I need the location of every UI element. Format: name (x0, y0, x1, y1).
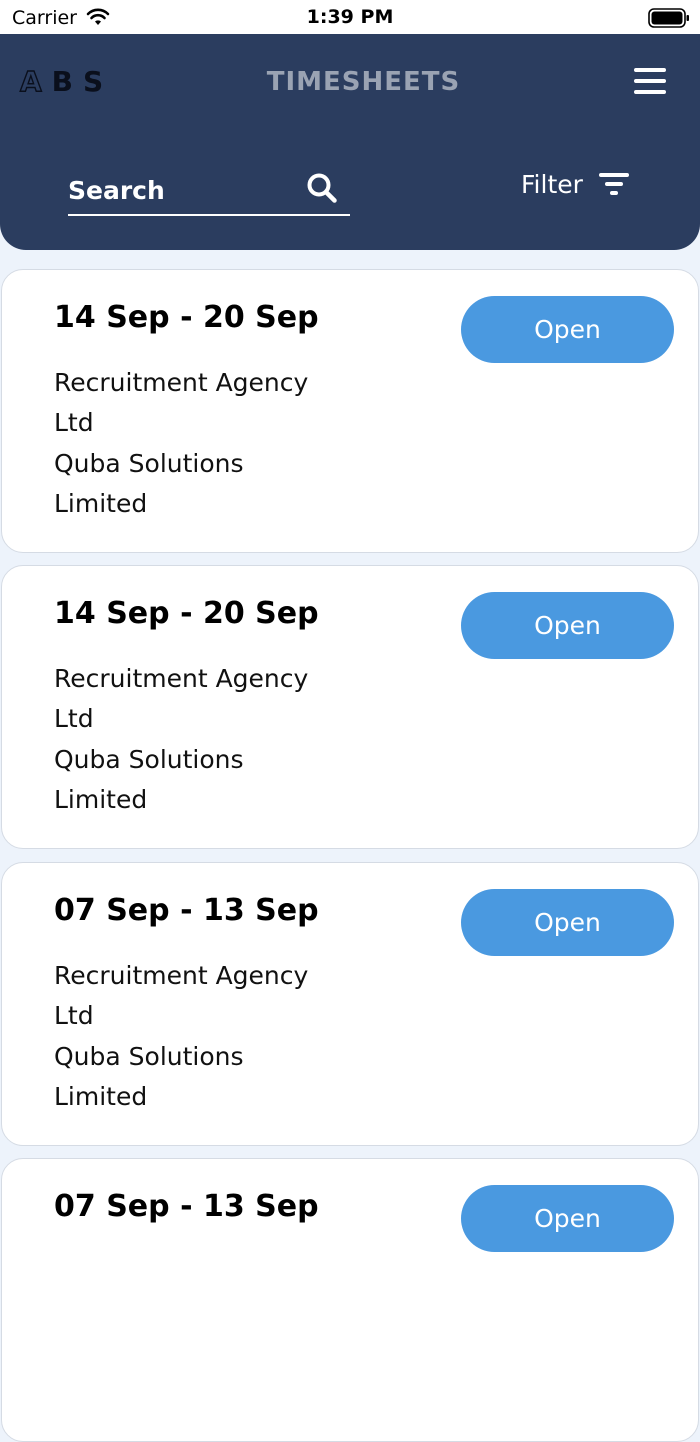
agency-name: Recruitment Agency (54, 961, 309, 990)
agency-name: Recruitment Agency (54, 664, 309, 693)
agency-name-suffix: Ltd (54, 408, 94, 437)
filter-icon (598, 173, 629, 195)
timesheet-card[interactable]: 14 Sep - 20 Sep Recruitment Agency Ltd Q… (1, 565, 699, 849)
filter-button[interactable]: Filter (521, 167, 629, 201)
timesheet-date-range: 07 Sep - 13 Sep (54, 893, 319, 928)
timesheet-date-range: 14 Sep - 20 Sep (54, 300, 319, 335)
status-time: 1:39 PM (306, 6, 394, 28)
agency-name-suffix: Ltd (54, 704, 94, 733)
menu-icon-bar (634, 90, 666, 94)
app-header: ABS TIMESHEETS Filter (0, 34, 700, 250)
battery-icon (648, 8, 689, 28)
filter-label: Filter (521, 169, 583, 199)
client-name: Quba Solutions (54, 745, 244, 774)
agency-name: Recruitment Agency (54, 368, 309, 397)
timesheet-card[interactable]: 14 Sep - 20 Sep Recruitment Agency Ltd Q… (1, 269, 699, 553)
timesheet-date-range: 14 Sep - 20 Sep (54, 596, 319, 631)
timesheet-card[interactable]: 07 Sep - 13 Sep Open (1, 1158, 699, 1442)
client-name-suffix: Limited (54, 489, 148, 518)
search-input[interactable] (68, 172, 298, 208)
search-icon[interactable] (306, 172, 338, 204)
open-button[interactable]: Open (461, 889, 674, 956)
client-name: Quba Solutions (54, 449, 244, 478)
menu-button[interactable] (634, 68, 666, 96)
page-title: TIMESHEETS (266, 67, 461, 97)
open-button[interactable]: Open (461, 1185, 674, 1252)
search-field[interactable] (68, 164, 350, 216)
open-button[interactable]: Open (461, 592, 674, 659)
timesheet-card[interactable]: 07 Sep - 13 Sep Recruitment Agency Ltd Q… (1, 862, 699, 1146)
menu-icon-bar (634, 68, 666, 72)
client-name-suffix: Limited (54, 1082, 148, 1111)
client-name: Quba Solutions (54, 1042, 244, 1071)
client-name-suffix: Limited (54, 785, 148, 814)
open-button[interactable]: Open (461, 296, 674, 363)
menu-icon-bar (634, 79, 666, 83)
status-bar: Carrier 1:39 PM (0, 0, 700, 34)
agency-name-suffix: Ltd (54, 1001, 94, 1030)
timesheet-date-range: 07 Sep - 13 Sep (54, 1189, 319, 1224)
